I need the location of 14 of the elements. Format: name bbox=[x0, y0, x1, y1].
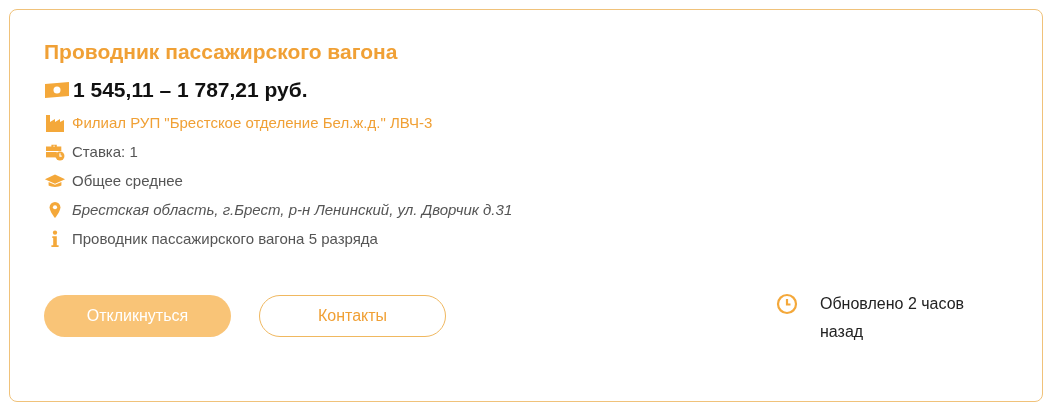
rate-text: Ставка: 1 bbox=[72, 143, 138, 160]
respond-button[interactable]: Откликнуться bbox=[44, 295, 231, 337]
factory-icon bbox=[44, 113, 66, 132]
salary-text: 1 545,11 – 1 787,21 руб. bbox=[73, 78, 308, 102]
info-text: Проводник пассажирского вагона 5 разряда bbox=[72, 230, 378, 247]
employer-link[interactable]: Филиал РУП "Брестское отделение Бел.ж.д." ЛВЧ-3 bbox=[72, 114, 433, 131]
clock-icon bbox=[776, 293, 798, 315]
address-text: Брестская область, г.Брест, р-н Ленинский, ул. Дворчик д.31 bbox=[72, 201, 513, 218]
updated-text: Обновлено 2 часов назад bbox=[820, 294, 966, 342]
contacts-button[interactable]: Контакты bbox=[259, 295, 446, 337]
briefcase-clock-icon bbox=[44, 142, 66, 161]
education-text: Общее среднее bbox=[72, 172, 183, 189]
banknote-icon bbox=[44, 81, 70, 99]
vacancy-title[interactable]: Проводник пассажирского вагона bbox=[44, 40, 1008, 64]
